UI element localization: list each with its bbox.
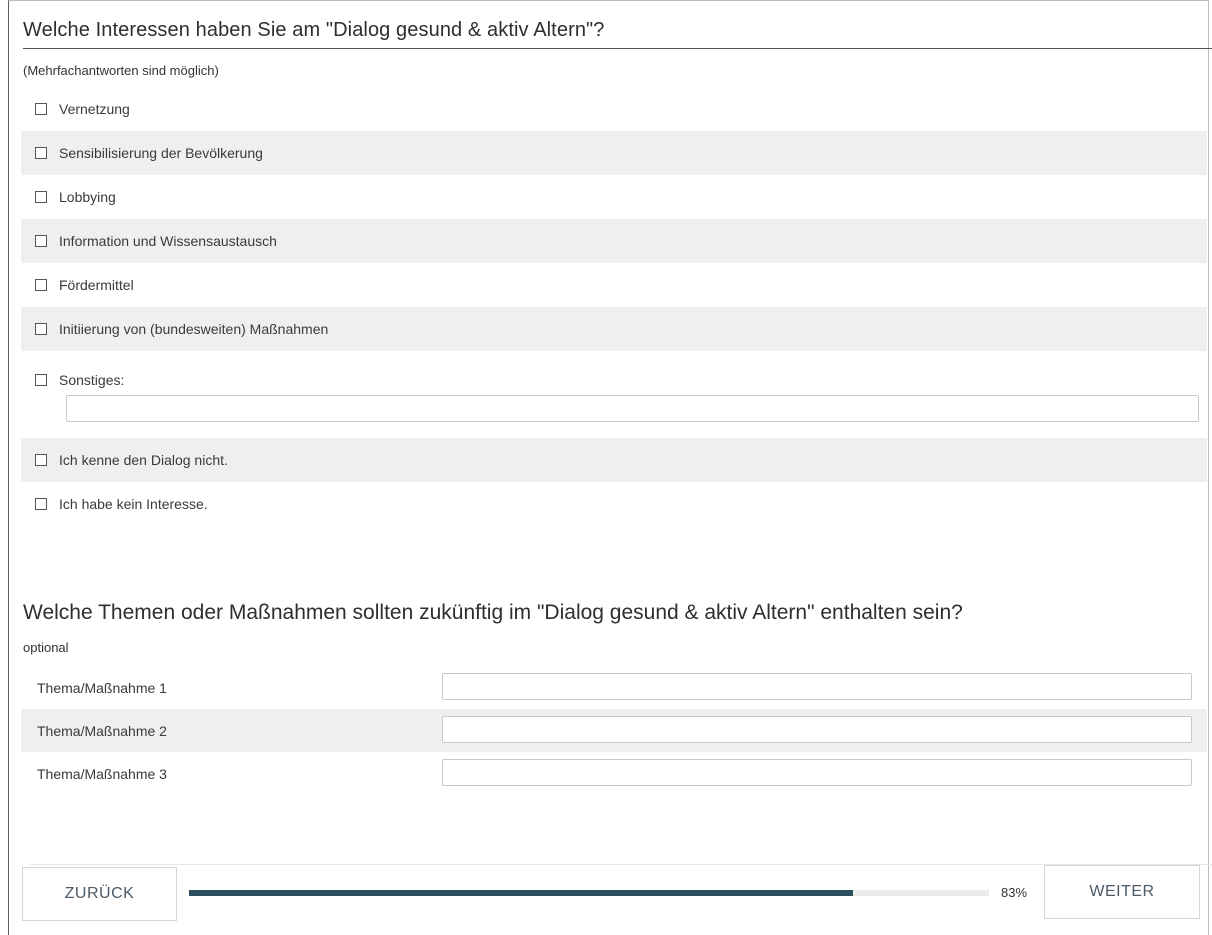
option-label: Sonstiges:: [59, 372, 125, 388]
question-hint: (Mehrfachantworten sind möglich): [23, 63, 219, 78]
checkbox[interactable]: [35, 323, 47, 335]
sonstiges-text-input[interactable]: [66, 395, 1199, 422]
survey-page: Welche Interessen haben Sie am "Dialog g…: [8, 0, 1212, 935]
checkbox[interactable]: [35, 498, 47, 510]
topic-label: Thema/Maßnahme 3: [37, 765, 167, 782]
option-label: Ich kenne den Dialog nicht.: [59, 452, 228, 468]
topic-row-1: Thema/Maßnahme 1: [21, 666, 1207, 709]
option-sensibilisierung[interactable]: Sensibilisierung der Bevölkerung: [21, 131, 1207, 175]
option-vernetzung[interactable]: Vernetzung: [21, 87, 1207, 131]
topic-label: Thema/Maßnahme 1: [37, 679, 167, 696]
checkbox[interactable]: [35, 103, 47, 115]
progress-percent: 83%: [1001, 885, 1028, 900]
checkbox[interactable]: [35, 147, 47, 159]
checkbox[interactable]: [35, 454, 47, 466]
checkbox[interactable]: [35, 374, 47, 386]
option-information[interactable]: Information und Wissensaustausch: [21, 219, 1207, 263]
option-label: Vernetzung: [59, 101, 130, 117]
option-label: Initiierung von (bundesweiten) Maßnahmen: [59, 321, 329, 337]
checkbox[interactable]: [35, 279, 47, 291]
footer-divider: [30, 864, 1212, 865]
question-title: Welche Themen oder Maßnahmen sollten zuk…: [23, 601, 963, 624]
checkbox[interactable]: [35, 191, 47, 203]
topic-row-2: Thema/Maßnahme 2: [21, 709, 1207, 752]
option-initiierung[interactable]: Initiierung von (bundesweiten) Maßnahmen: [21, 307, 1207, 351]
topic-row-3: Thema/Maßnahme 3: [21, 752, 1207, 795]
option-label: Fördermittel: [59, 277, 134, 293]
title-divider: [23, 48, 1212, 49]
progress-bar-fill: [189, 890, 853, 896]
back-button[interactable]: ZURÜCK: [22, 867, 177, 921]
progress-bar: [189, 890, 989, 896]
option-sonstiges: Sonstiges:: [21, 351, 1207, 437]
option-kein-interesse[interactable]: Ich habe kein Interesse.: [21, 482, 1207, 526]
option-label: Sensibilisierung der Bevölkerung: [59, 145, 263, 161]
option-label: Information und Wissensaustausch: [59, 233, 277, 249]
topic-input-2[interactable]: [442, 716, 1192, 743]
option-foerdermittel[interactable]: Fördermittel: [21, 263, 1207, 307]
checkbox[interactable]: [35, 235, 47, 247]
topic-input-3[interactable]: [442, 759, 1192, 786]
option-label: Lobbying: [59, 189, 116, 205]
option-lobbying[interactable]: Lobbying: [21, 175, 1207, 219]
option-label: Ich habe kein Interesse.: [59, 496, 208, 512]
topic-input-1[interactable]: [442, 673, 1192, 700]
topic-label: Thema/Maßnahme 2: [37, 722, 167, 739]
question-title: Welche Interessen haben Sie am "Dialog g…: [23, 19, 605, 41]
next-button[interactable]: WEITER: [1044, 865, 1200, 919]
option-kenne-nicht[interactable]: Ich kenne den Dialog nicht.: [21, 438, 1207, 482]
question-hint: optional: [23, 640, 69, 655]
